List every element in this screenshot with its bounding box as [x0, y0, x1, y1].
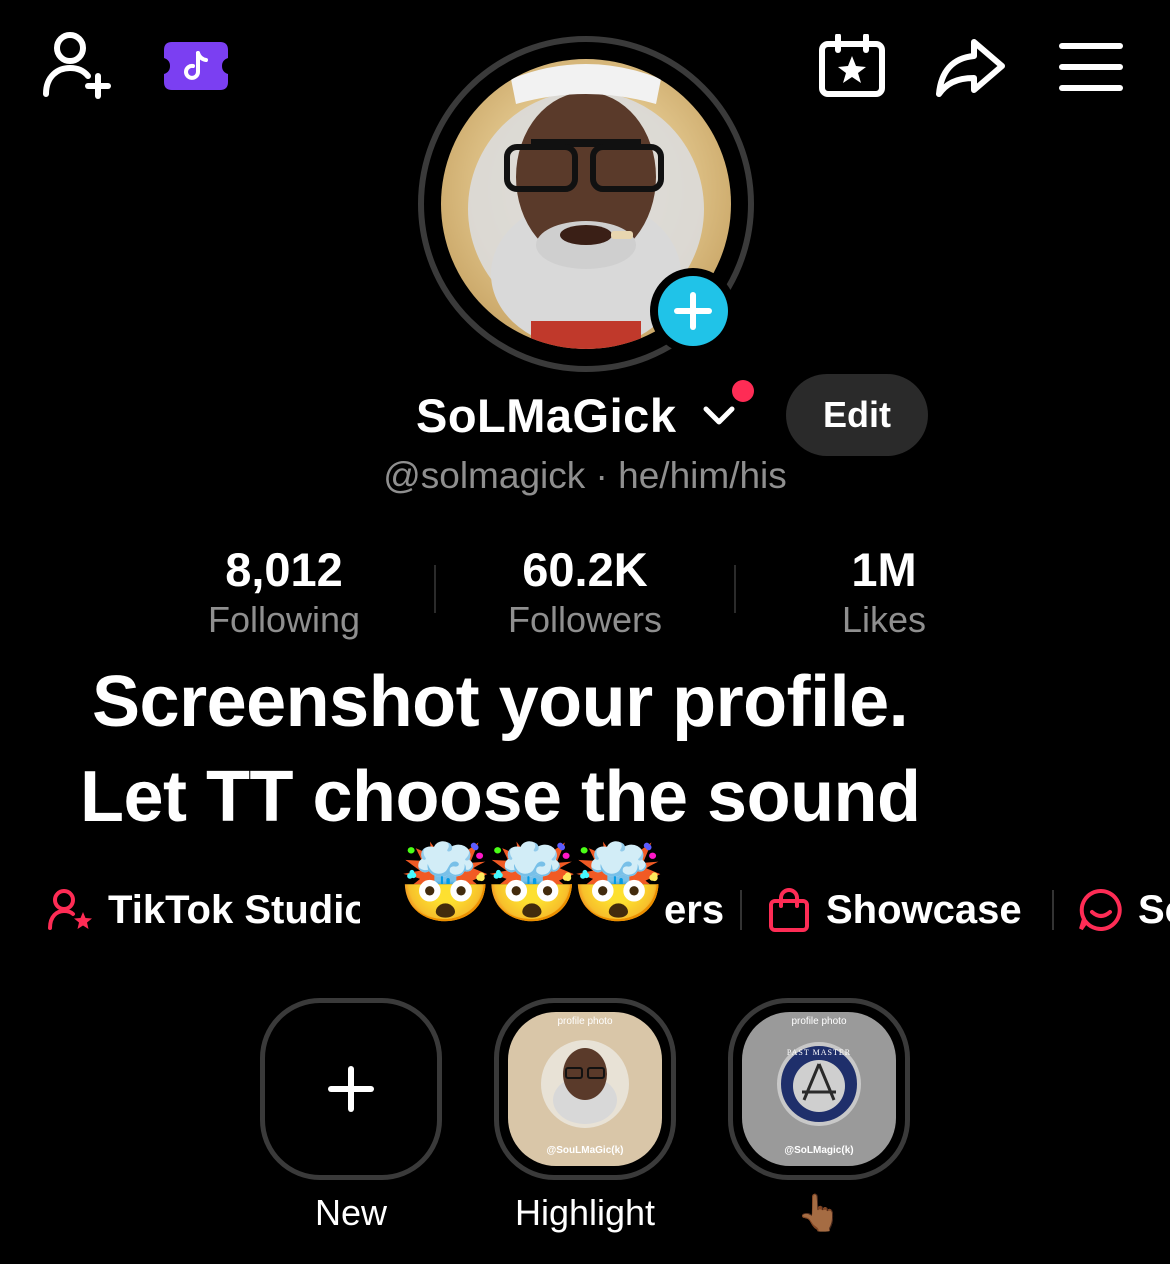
stat-label: Following: [207, 599, 361, 640]
plus-icon: [328, 1066, 374, 1112]
chip-label: ers: [664, 887, 725, 932]
stat-likes[interactable]: 1M Likes: [754, 540, 1014, 640]
chip-tiktok-studio[interactable]: TikTok Studio: [48, 882, 360, 938]
chip-partial[interactable]: ers: [664, 882, 724, 938]
highlight-item[interactable]: profile photo PAST MASTER @SoLMagic(k): [728, 998, 910, 1180]
chat-smile-icon: [1078, 888, 1124, 932]
add-story-button[interactable]: [650, 268, 736, 354]
new-highlight-button[interactable]: [260, 998, 442, 1180]
highlight-label: Highlight: [514, 1192, 656, 1233]
divider: [434, 565, 436, 613]
display-name[interactable]: SoLMaGick: [416, 388, 676, 443]
mind-blown-emojis: 🤯🤯🤯: [398, 841, 666, 926]
highlight-label-pointing-emoji: 👆🏾: [796, 1192, 842, 1233]
menu-icon[interactable]: [1058, 40, 1124, 94]
account-switch-chevron-icon[interactable]: [702, 404, 736, 433]
plus-icon: [658, 276, 728, 346]
chip-label: Sc: [1138, 887, 1170, 932]
stat-value: 60.2K: [522, 543, 648, 596]
caption-line-1: Screenshot your profile.: [92, 662, 909, 742]
seal-text: PAST MASTER: [786, 1048, 852, 1057]
chip-showcase[interactable]: Showcase: [768, 882, 1022, 938]
highlight-label-new: New: [314, 1192, 388, 1233]
divider: [734, 565, 736, 613]
add-friend-icon[interactable]: [40, 30, 116, 100]
stat-following[interactable]: 8,012 Following: [154, 540, 414, 640]
chip-partial-right[interactable]: Sc: [1078, 882, 1170, 938]
chip-label: TikTok Studio: [108, 887, 360, 932]
highlight-thumbnail: profile photo @SouLMaGic(k): [508, 1012, 662, 1166]
user-star-icon: [48, 888, 94, 932]
edit-profile-button[interactable]: Edit: [786, 374, 928, 456]
stat-value: 1M: [851, 543, 917, 596]
notification-dot: [732, 380, 754, 402]
tiktok-ticket-icon[interactable]: [162, 40, 230, 92]
stat-label: Likes: [841, 599, 927, 640]
caption-line-2: Let TT choose the sound: [80, 757, 921, 837]
shopping-bag-icon: [768, 888, 810, 932]
thumb-handle: @SouLMaGic(k): [546, 1145, 624, 1156]
highlight-item[interactable]: profile photo @SouLMaGic(k): [494, 998, 676, 1180]
thumb-handle: @SoLMagic(k): [784, 1145, 854, 1156]
display-name-text: SoLMaGick: [416, 389, 677, 442]
divider: [740, 890, 742, 930]
share-arrow-icon[interactable]: [934, 36, 1008, 100]
chip-label: Showcase: [826, 887, 1022, 932]
highlight-thumbnail: profile photo PAST MASTER @SoLMagic(k): [742, 1012, 896, 1166]
calendar-star-icon[interactable]: [818, 34, 886, 98]
stat-value: 8,012: [225, 543, 343, 596]
divider: [1052, 890, 1054, 930]
stat-followers[interactable]: 60.2K Followers: [455, 540, 715, 640]
overlay-caption: Screenshot your profile. Let TT choose t…: [80, 655, 960, 845]
stat-label: Followers: [507, 599, 663, 640]
username-pronouns: @solmagick · he/him/his: [383, 455, 787, 496]
